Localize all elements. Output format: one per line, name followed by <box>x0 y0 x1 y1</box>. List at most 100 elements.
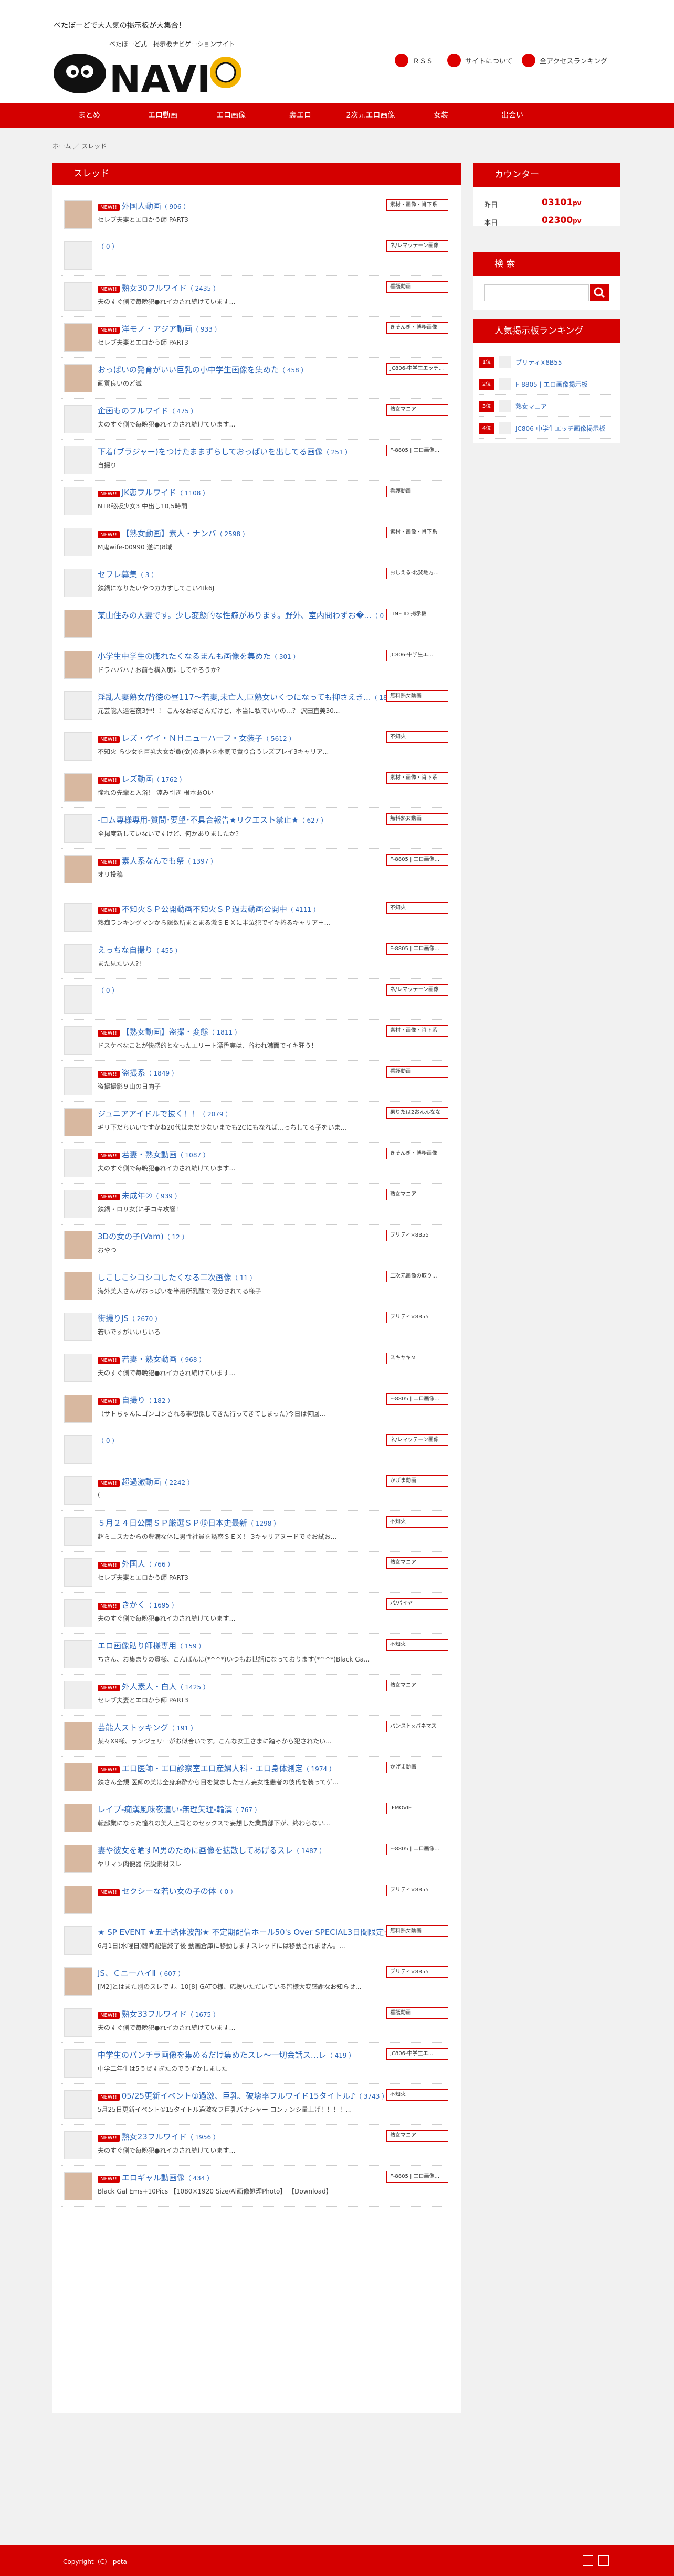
thread-row[interactable]: -ロム専様専用-質問･要望･不具合報告★リクエスト禁止★（ 627 ） 全掲度新し… <box>61 808 452 849</box>
thread-title[interactable]: エロ画像貼り師様専用（ 159 ） <box>98 1640 205 1651</box>
ranking-link[interactable]: 全アクセスランキング <box>522 54 607 67</box>
thread-title[interactable]: NEW!! 熟女30フルワイド（ 2435 ） <box>98 282 219 293</box>
thread-thumbnail[interactable] <box>64 1926 92 1955</box>
thread-title[interactable]: NEW!! JK恋フルワイド（ 1108 ） <box>98 487 209 498</box>
thread-thumbnail[interactable] <box>64 282 92 311</box>
thread-title[interactable]: 某山住みの人妻です。少し変態的な性癖があります。野外、室内問わずお�...（ 0… <box>98 610 392 621</box>
thread-title[interactable]: レイプ-痴漢風味夜這い-無理矢理-輪漢（ 767 ） <box>98 1804 261 1815</box>
thread-row[interactable]: NEW!! 外国人（ 766 ） セレブ夫妻とエロかう師 PART3 熟女マニア <box>61 1552 452 1593</box>
thread-thumbnail[interactable] <box>64 2049 92 2078</box>
thread-thumbnail[interactable] <box>64 1763 92 1791</box>
thread-row[interactable]: NEW!! 【熟女動画】盗撮・変態（ 1811 ） ドスケベなことが快感的となったエ… <box>61 1020 452 1061</box>
thread-thumbnail[interactable] <box>64 1190 92 1218</box>
board-tag[interactable]: 看護動画 <box>386 2007 448 2019</box>
thread-thumbnail[interactable] <box>64 323 92 352</box>
thread-thumbnail[interactable] <box>64 610 92 638</box>
board-tag[interactable]: ネ/レマッテーン画像 <box>386 240 448 252</box>
search-input[interactable] <box>484 284 589 301</box>
thread-thumbnail[interactable] <box>64 2131 92 2159</box>
thread-thumbnail[interactable] <box>64 1845 92 1873</box>
board-tag[interactable]: JC806-中学生エッチ... <box>386 363 448 375</box>
thread-title[interactable]: （ 0 ） <box>98 241 118 251</box>
thread-thumbnail[interactable] <box>64 1272 92 1300</box>
thread-row[interactable]: 妻や彼女を晒すM男のために画像を拡散してあげるスレ（ 1487 ） ヤリマン肉便器… <box>61 1838 452 1879</box>
board-tag[interactable]: 素材・画像・肖下系 <box>386 527 448 538</box>
thread-title[interactable]: （ 0 ） <box>98 1435 118 1445</box>
thread-thumbnail[interactable] <box>64 1640 92 1668</box>
thread-thumbnail[interactable] <box>64 2172 92 2200</box>
thread-row[interactable]: NEW!! 若妻・熟女動画（ 968 ） 夫のすぐ側で毎晩犯●れイカされ続けています… <box>61 1347 452 1388</box>
thread-thumbnail[interactable] <box>64 855 92 883</box>
nav-item[interactable]: まとめ <box>52 103 126 128</box>
board-tag[interactable]: きそんぎ・博務画像 <box>386 1148 448 1159</box>
thread-title[interactable]: セフレ募集（ 3 ） <box>98 569 157 580</box>
thread-row[interactable]: NEW!! 自撮り（ 182 ） （サトちゃんにゴンゴンされる事想像してきた行ってき… <box>61 1388 452 1429</box>
board-tag[interactable]: JC806-中学生エ... <box>386 650 448 661</box>
thread-thumbnail[interactable] <box>64 732 92 761</box>
thread-row[interactable]: NEW!! 熟女33フルワイド（ 1675 ） 夫のすぐ側で毎晩犯●れイカされ続けて… <box>61 2002 452 2043</box>
thread-title[interactable]: NEW!! 外人素人・白人（ 1425 ） <box>98 1681 209 1692</box>
thread-row[interactable]: 淫乱人妻熟女/背徳の昼117～若妻,未亡人,巨熟女いくつになっても抑さえき...… <box>61 685 452 726</box>
board-tag[interactable]: 不知火 <box>386 902 448 914</box>
thread-row[interactable]: NEW!! 熟女23フルワイド（ 1956 ） 夫のすぐ側で毎晩犯●れイカされ続けて… <box>61 2125 452 2166</box>
thread-title[interactable]: 中学生のパンチラ画像を集めるだけ集めたスレ～一切会話ス…レ（ 419 ） <box>98 2049 355 2060</box>
thread-row[interactable]: 企画ものフルワイド（ 475 ） 夫のすぐ側で毎晩犯●れイカされ続けています… 熟女… <box>61 399 452 440</box>
thread-thumbnail[interactable] <box>64 1681 92 1709</box>
thread-thumbnail[interactable] <box>64 651 92 679</box>
thread-row[interactable]: NEW!! セクシーな若い女の子の体（ 0 ） プリティ×8B55 <box>61 1879 452 1920</box>
rss-link[interactable]: ＲＳＳ <box>395 54 433 67</box>
thread-title[interactable]: しこしこシコシコしたくなる二次画像（ 11 ） <box>98 1272 256 1283</box>
board-tag[interactable]: 無料熟女動画 <box>386 1925 448 1937</box>
board-tag[interactable]: 熟女マニア <box>386 1189 448 1200</box>
thread-thumbnail[interactable] <box>64 1026 92 1055</box>
thread-title[interactable]: 小学生中学生の膨れたくなるまんも画像を集めた（ 301 ） <box>98 651 300 662</box>
thread-thumbnail[interactable] <box>64 405 92 433</box>
thread-thumbnail[interactable] <box>64 487 92 515</box>
nav-item[interactable]: 裏エロ <box>264 103 337 128</box>
thread-thumbnail[interactable] <box>64 1149 92 1177</box>
about-link[interactable]: サイトについて <box>447 54 513 67</box>
thread-row[interactable]: おっぱいの発育がいい巨乳の小中学生画像を集めた（ 458 ） 画質良いのど滅 JC8… <box>61 358 452 399</box>
board-tag[interactable]: 不知火 <box>386 1516 448 1528</box>
ranking-item[interactable]: 1位 プリティ×8B55 <box>479 352 615 372</box>
ranking-item[interactable]: 2位 F-8805 | エロ画像掲示板 <box>479 374 615 395</box>
thread-title[interactable]: 街撮りJS（ 2670 ） <box>98 1313 161 1324</box>
thread-row[interactable]: （ 0 ） ネ/レマッテーン画像 <box>61 235 452 276</box>
board-tag[interactable]: 素材・画像・肖下系 <box>386 1025 448 1037</box>
nav-item[interactable]: 出会い <box>476 103 549 128</box>
thread-row[interactable]: 中学生のパンチラ画像を集めるだけ集めたスレ～一切会話ス…レ（ 419 ） 中学二年… <box>61 2043 452 2084</box>
thread-row[interactable]: エロ画像貼り師様専用（ 159 ） ちさん、お集まりの貫様、こんばんは(*^^*)… <box>61 1634 452 1675</box>
thread-row[interactable]: ５月２４日公開ＳＰ厳選ＳＰ⑯日本史最新（ 1298 ） 超ミニスカからの豊満な体に… <box>61 1511 452 1552</box>
thread-title[interactable]: 企画ものフルワイド（ 475 ） <box>98 405 197 416</box>
thread-thumbnail[interactable] <box>64 1108 92 1136</box>
thread-row[interactable]: えっちな自撮り（ 455 ） また見たい人?! F-8805 | エロ画像... <box>61 938 452 979</box>
thread-thumbnail[interactable] <box>64 1804 92 1832</box>
thread-title[interactable]: 下着(ブラジャー)をつけたままずらしておっぱいを出してる画像（ 251 ） <box>98 446 351 457</box>
thread-row[interactable]: NEW!! 【熟女動画】素人・ナンパ（ 2598 ） M鬼wife-00990 遂に… <box>61 521 452 562</box>
thread-title[interactable]: NEW!! 若妻・熟女動画（ 1087 ） <box>98 1149 209 1160</box>
thread-title[interactable]: ジュニアアイドルで抜く！！（ 2079 ） <box>98 1108 231 1119</box>
thread-thumbnail[interactable] <box>64 2008 92 2037</box>
thread-thumbnail[interactable] <box>64 241 92 270</box>
thread-thumbnail[interactable] <box>64 903 92 932</box>
thread-thumbnail[interactable] <box>64 985 92 1014</box>
thread-title[interactable]: おっぱいの発育がいい巨乳の小中学生画像を集めた（ 458 ） <box>98 364 308 375</box>
thread-title[interactable]: NEW!! 外国人（ 766 ） <box>98 1558 174 1569</box>
thread-title[interactable]: NEW!! きかく（ 1695 ） <box>98 1599 178 1610</box>
board-tag[interactable]: 不知火 <box>386 1639 448 1651</box>
social-icon[interactable] <box>598 2555 609 2566</box>
thread-row[interactable]: 街撮りJS（ 2670 ） 若いですがいいちいろ プリティ×8B55 <box>61 1306 452 1347</box>
thread-title[interactable]: 妻や彼女を晒すM男のために画像を拡散してあげるスレ（ 1487 ） <box>98 1845 325 1856</box>
thread-title[interactable]: NEW!! 盗撮系（ 1849 ） <box>98 1067 178 1078</box>
thread-thumbnail[interactable] <box>64 1067 92 1095</box>
thread-title[interactable]: NEW!! レズ動画（ 1762 ） <box>98 773 186 784</box>
board-tag[interactable]: F-8805 | エロ画像... <box>386 854 448 866</box>
thread-thumbnail[interactable] <box>64 364 92 392</box>
board-tag[interactable]: 果りたは2おんんなな <box>386 1107 448 1119</box>
thread-thumbnail[interactable] <box>64 1435 92 1464</box>
thread-thumbnail[interactable] <box>64 528 92 556</box>
thread-row[interactable]: （ 0 ） ネ/レマッテーン画像 <box>61 979 452 1020</box>
board-tag[interactable]: 熟女マニア <box>386 404 448 416</box>
board-tag[interactable]: 熟女マニア <box>386 1680 448 1691</box>
board-tag[interactable]: 素材・画像・肖下系 <box>386 199 448 211</box>
